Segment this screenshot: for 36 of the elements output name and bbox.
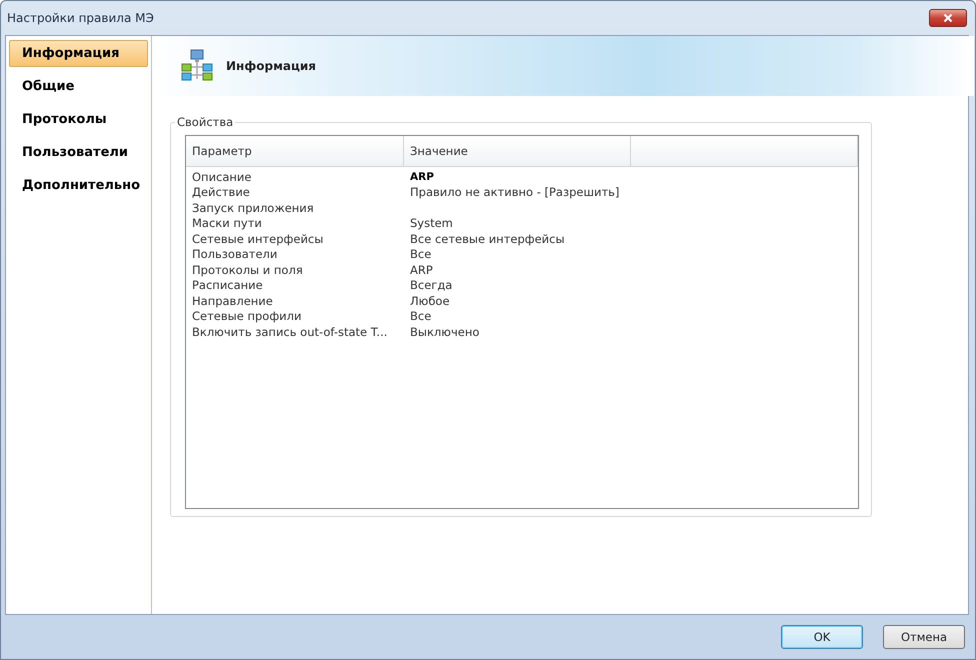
value-cell-text: Все bbox=[409, 309, 432, 324]
window-title: Настройки правила МЭ bbox=[7, 11, 154, 25]
close-button[interactable] bbox=[929, 9, 967, 27]
parameter-cell-text: Пользователи bbox=[191, 247, 278, 262]
close-icon bbox=[943, 13, 953, 23]
parameter-cell-text: Запуск приложения bbox=[191, 200, 315, 215]
parameter-cell-text: Сетевые интерфейсы bbox=[191, 232, 324, 246]
value-cell-text: ARP bbox=[409, 170, 435, 183]
header-title: Информация bbox=[226, 59, 316, 73]
parameter-cell-text: Расписание bbox=[191, 278, 264, 292]
parameter-cell-text: Направление bbox=[191, 294, 274, 308]
parameter-cell-text: Включить запись out-of-state T... bbox=[191, 324, 388, 339]
value-cell-text: Правило не активно - [Разрешить] bbox=[409, 185, 620, 200]
parameter-cell-text: Описание bbox=[191, 170, 252, 184]
value-cell-text: Всегда bbox=[409, 278, 454, 292]
value-cell-text: Все сетевые интерфейсы bbox=[409, 232, 566, 246]
sidebar-item[interactable]: Общие bbox=[9, 73, 148, 100]
parameter-cell-text: Маски пути bbox=[191, 216, 263, 230]
column-header[interactable]: Параметр bbox=[186, 136, 404, 166]
parameter-cell-text: Протоколы и поля bbox=[191, 262, 304, 277]
sidebar-item[interactable]: Пользователи bbox=[9, 139, 148, 166]
network-icon bbox=[180, 49, 214, 83]
group-label: Свойства bbox=[175, 115, 236, 129]
parameter-cell-text: Сетевые профили bbox=[191, 309, 302, 324]
value-cell-text: System bbox=[409, 216, 454, 230]
sidebar-item[interactable]: Дополнительно bbox=[9, 172, 148, 199]
cancel-button[interactable]: Отмена bbox=[883, 625, 965, 649]
value-cell-text: Любое bbox=[409, 294, 451, 308]
parameter-cell-text: Действие bbox=[191, 185, 251, 200]
value-cell-text: Все bbox=[409, 247, 432, 262]
value-cell-text: Выключено bbox=[409, 324, 480, 339]
value-cell-text: ARP bbox=[409, 262, 434, 277]
sidebar-item[interactable]: Протоколы bbox=[9, 106, 148, 133]
ok-button[interactable]: OK bbox=[781, 625, 863, 649]
column-header[interactable]: Значение bbox=[404, 136, 631, 166]
sidebar-item[interactable]: Информация bbox=[9, 40, 148, 67]
